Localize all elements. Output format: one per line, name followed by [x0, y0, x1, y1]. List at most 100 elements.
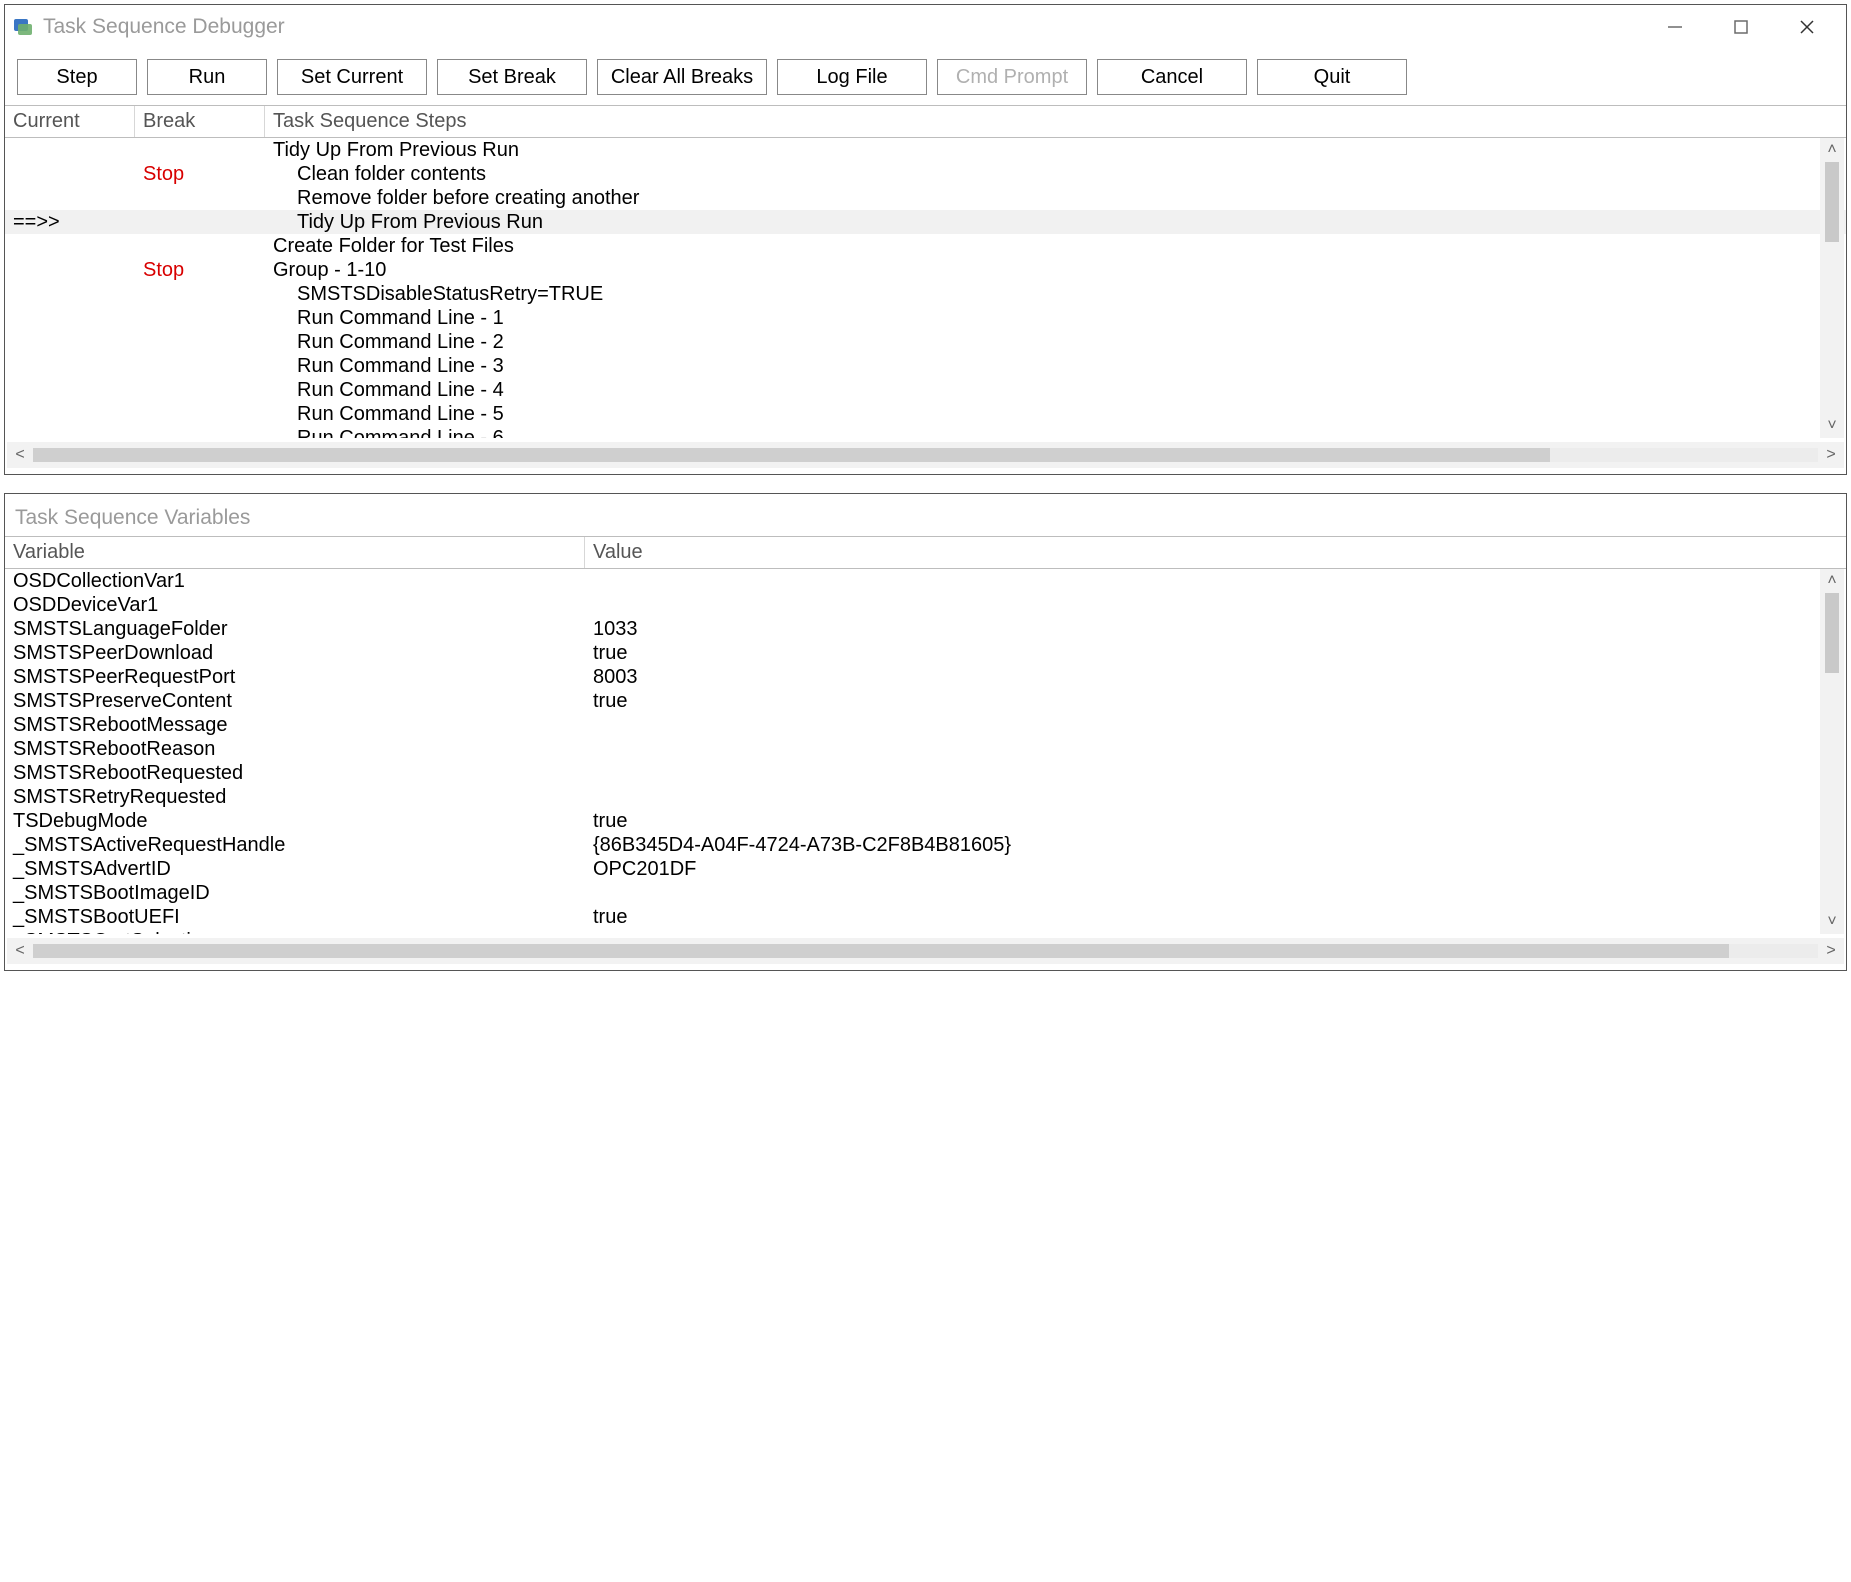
- quit-button[interactable]: Quit: [1257, 59, 1407, 95]
- variable-name: TSDebugMode: [5, 809, 585, 833]
- variable-row[interactable]: SMSTSLanguageFolder1033: [5, 617, 1846, 641]
- step-row[interactable]: ==>>Tidy Up From Previous Run: [5, 210, 1846, 234]
- variable-value: [585, 593, 1846, 617]
- scroll-left-icon[interactable]: <: [7, 442, 33, 468]
- variable-name: SMSTSPreserveContent: [5, 689, 585, 713]
- close-button[interactable]: [1774, 7, 1840, 47]
- step-row[interactable]: StopClean folder contents: [5, 162, 1846, 186]
- step-label: Remove folder before creating another: [265, 186, 1846, 210]
- column-current[interactable]: Current: [5, 106, 135, 137]
- clear-breaks-button[interactable]: Clear All Breaks: [597, 59, 767, 95]
- scroll-down-icon[interactable]: ˅: [1820, 910, 1844, 934]
- maximize-button[interactable]: [1708, 7, 1774, 47]
- debugger-window: Task Sequence Debugger Step Run Set Curr…: [4, 4, 1847, 475]
- scroll-down-icon[interactable]: ˅: [1820, 414, 1844, 438]
- variable-name: _SMSTSBootImageID: [5, 881, 585, 905]
- variable-name: SMSTSPeerRequestPort: [5, 665, 585, 689]
- step-row[interactable]: Run Command Line - 4: [5, 378, 1846, 402]
- variable-row[interactable]: SMSTSPeerDownloadtrue: [5, 641, 1846, 665]
- variable-name: SMSTSRebootReason: [5, 737, 585, 761]
- step-break-marker: [135, 378, 265, 402]
- step-label: Tidy Up From Previous Run: [265, 138, 1846, 162]
- column-break[interactable]: Break: [135, 106, 265, 137]
- scroll-left-icon[interactable]: <: [7, 938, 33, 964]
- scroll-right-icon[interactable]: >: [1818, 442, 1844, 468]
- step-row[interactable]: Run Command Line - 5: [5, 402, 1846, 426]
- column-variable[interactable]: Variable: [5, 537, 585, 568]
- variable-name: SMSTSPeerDownload: [5, 641, 585, 665]
- step-break-marker: Stop: [135, 258, 265, 282]
- window-title: Task Sequence Debugger: [43, 15, 1642, 39]
- step-row[interactable]: Create Folder for Test Files: [5, 234, 1846, 258]
- step-label: Run Command Line - 3: [265, 354, 1846, 378]
- step-break-marker: [135, 354, 265, 378]
- variable-row[interactable]: SMSTSRebootReason: [5, 737, 1846, 761]
- step-current-marker: [5, 282, 135, 306]
- step-row[interactable]: Remove folder before creating another: [5, 186, 1846, 210]
- step-label: SMSTSDisableStatusRetry=TRUE: [265, 282, 1846, 306]
- step-current-marker: ==>>: [5, 210, 135, 234]
- step-row[interactable]: Run Command Line - 3: [5, 354, 1846, 378]
- step-row[interactable]: Tidy Up From Previous Run: [5, 138, 1846, 162]
- variables-horizontal-scrollbar[interactable]: < >: [7, 938, 1844, 964]
- scroll-right-icon[interactable]: >: [1818, 938, 1844, 964]
- variable-row[interactable]: SMSTSPreserveContenttrue: [5, 689, 1846, 713]
- variable-row[interactable]: SMSTSRebootRequested: [5, 761, 1846, 785]
- scroll-up-icon[interactable]: ˄: [1820, 138, 1844, 162]
- variable-row[interactable]: _SMSTSBootUEFItrue: [5, 905, 1846, 929]
- step-row[interactable]: StopGroup - 1-10: [5, 258, 1846, 282]
- set-current-button[interactable]: Set Current: [277, 59, 427, 95]
- variable-row[interactable]: SMSTSRetryRequested: [5, 785, 1846, 809]
- step-row[interactable]: Run Command Line - 2: [5, 330, 1846, 354]
- cmd-prompt-button: Cmd Prompt: [937, 59, 1087, 95]
- step-current-marker: [5, 234, 135, 258]
- log-file-button[interactable]: Log File: [777, 59, 927, 95]
- set-break-button[interactable]: Set Break: [437, 59, 587, 95]
- variable-row[interactable]: OSDCollectionVar1: [5, 569, 1846, 593]
- variables-vertical-scrollbar[interactable]: ˄ ˅: [1820, 569, 1844, 934]
- steps-vertical-scrollbar[interactable]: ˄ ˅: [1820, 138, 1844, 438]
- variable-value: true: [585, 641, 1846, 665]
- steps-horizontal-scrollbar[interactable]: < >: [7, 442, 1844, 468]
- variable-name: SMSTSRebootMessage: [5, 713, 585, 737]
- step-row[interactable]: Run Command Line - 1: [5, 306, 1846, 330]
- variable-value: 8003: [585, 665, 1846, 689]
- steps-body[interactable]: Tidy Up From Previous RunStopClean folde…: [5, 138, 1846, 438]
- variable-row[interactable]: OSDDeviceVar1: [5, 593, 1846, 617]
- variable-row[interactable]: _SMSTSActiveRequestHandle{86B345D4-A04F-…: [5, 833, 1846, 857]
- variable-value: true: [585, 905, 1846, 929]
- variable-row[interactable]: SMSTSPeerRequestPort8003: [5, 665, 1846, 689]
- step-current-marker: [5, 378, 135, 402]
- variable-value: [585, 761, 1846, 785]
- cancel-button[interactable]: Cancel: [1097, 59, 1247, 95]
- run-button[interactable]: Run: [147, 59, 267, 95]
- variable-row[interactable]: _SMSTSCertSelection: [5, 929, 1846, 934]
- step-row[interactable]: Run Command Line - 6: [5, 426, 1846, 438]
- variables-body[interactable]: OSDCollectionVar1OSDDeviceVar1SMSTSLangu…: [5, 569, 1846, 934]
- step-current-marker: [5, 258, 135, 282]
- step-break-marker: [135, 282, 265, 306]
- variable-row[interactable]: _SMSTSBootImageID: [5, 881, 1846, 905]
- variable-value: [585, 929, 1846, 934]
- variable-value: 1033: [585, 617, 1846, 641]
- variable-row[interactable]: SMSTSRebootMessage: [5, 713, 1846, 737]
- variable-row[interactable]: TSDebugModetrue: [5, 809, 1846, 833]
- step-break-marker: [135, 210, 265, 234]
- step-button[interactable]: Step: [17, 59, 137, 95]
- steps-header: Current Break Task Sequence Steps: [5, 105, 1846, 138]
- variable-value: [585, 785, 1846, 809]
- step-break-marker: [135, 402, 265, 426]
- step-break-marker: [135, 186, 265, 210]
- column-steps[interactable]: Task Sequence Steps: [265, 106, 1846, 137]
- variable-name: _SMSTSActiveRequestHandle: [5, 833, 585, 857]
- minimize-button[interactable]: [1642, 7, 1708, 47]
- step-label: Run Command Line - 1: [265, 306, 1846, 330]
- step-label: Run Command Line - 4: [265, 378, 1846, 402]
- variable-row[interactable]: _SMSTSAdvertIDOPC201DF: [5, 857, 1846, 881]
- variable-value: {86B345D4-A04F-4724-A73B-C2F8B4B81605}: [585, 833, 1846, 857]
- column-value[interactable]: Value: [585, 537, 1846, 568]
- scroll-up-icon[interactable]: ˄: [1820, 569, 1844, 593]
- step-row[interactable]: SMSTSDisableStatusRetry=TRUE: [5, 282, 1846, 306]
- step-break-marker: [135, 234, 265, 258]
- steps-list: Current Break Task Sequence Steps Tidy U…: [5, 105, 1846, 468]
